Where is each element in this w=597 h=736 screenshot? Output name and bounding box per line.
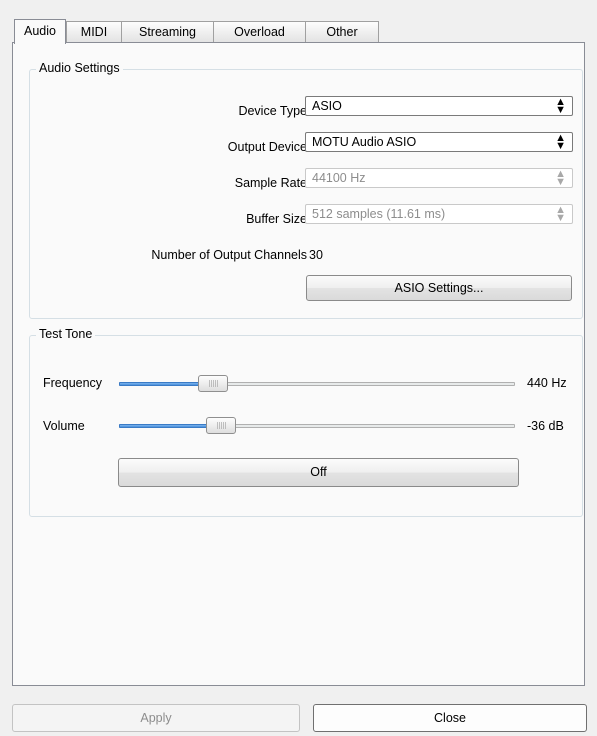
audio-settings-title: Audio Settings	[36, 61, 123, 75]
tab-audio-label: Audio	[24, 24, 56, 38]
volume-slider-thumb[interactable]	[206, 417, 236, 434]
volume-slider-fill	[119, 424, 214, 428]
tab-panel-audio: Audio Settings Device Type ASIO ▲ ▼ Outpu…	[12, 42, 585, 686]
device-type-select[interactable]: ASIO ▲ ▼	[305, 96, 573, 116]
frequency-slider-thumb[interactable]	[198, 375, 228, 392]
buffer-size-select[interactable]: 512 samples (11.61 ms) ▲ ▼	[305, 204, 573, 224]
tab-overload-label: Overload	[234, 25, 285, 39]
apply-button-label: Apply	[140, 711, 172, 725]
test-tone-toggle-label: Off	[310, 465, 327, 479]
sample-rate-label: Sample Rate	[234, 176, 307, 190]
up-down-arrows-icon: ▲ ▼	[555, 96, 566, 116]
frequency-value: 440 Hz	[527, 376, 567, 390]
asio-settings-button-label: ASIO Settings...	[394, 281, 484, 295]
tab-other[interactable]: Other	[305, 21, 379, 42]
frequency-label: Frequency	[43, 376, 103, 390]
tab-streaming-label: Streaming	[139, 25, 196, 39]
up-down-arrows-icon: ▲ ▼	[555, 168, 566, 188]
test-tone-group: Test Tone Frequency 440 Hz Volume -36 dB…	[29, 327, 583, 517]
output-device-label: Output Device	[227, 140, 307, 154]
tab-audio[interactable]: Audio	[14, 19, 66, 44]
sample-rate-select[interactable]: 44100 Hz ▲ ▼	[305, 168, 573, 188]
output-device-value: MOTU Audio ASIO	[312, 135, 417, 149]
close-button-label: Close	[434, 711, 466, 725]
volume-value: -36 dB	[527, 419, 564, 433]
tab-streaming[interactable]: Streaming	[121, 21, 214, 42]
output-channels-label: Number of Output Channels	[151, 248, 307, 262]
apply-button[interactable]: Apply	[12, 704, 300, 732]
audio-settings-group: Audio Settings Device Type ASIO ▲ ▼ Outpu…	[29, 61, 583, 319]
asio-settings-button[interactable]: ASIO Settings...	[306, 275, 572, 301]
tab-midi-label: MIDI	[80, 25, 108, 39]
test-tone-toggle-button[interactable]: Off	[118, 458, 519, 487]
tab-overload[interactable]: Overload	[213, 21, 306, 42]
tab-midi[interactable]: MIDI	[66, 21, 122, 42]
up-down-arrows-icon: ▲ ▼	[555, 132, 566, 152]
up-down-arrows-icon: ▲ ▼	[555, 204, 566, 224]
output-device-select[interactable]: MOTU Audio ASIO ▲ ▼	[305, 132, 573, 152]
device-type-label: Device Type	[238, 104, 307, 118]
device-type-value: ASIO	[312, 99, 342, 113]
volume-label: Volume	[43, 419, 85, 433]
grip-icon	[209, 380, 218, 387]
tab-other-label: Other	[326, 25, 358, 39]
output-channels-value: 30	[309, 248, 323, 262]
buffer-size-value: 512 samples (11.61 ms)	[312, 207, 446, 221]
buffer-size-label: Buffer Size	[246, 212, 307, 226]
sample-rate-value: 44100 Hz	[312, 171, 366, 185]
close-button[interactable]: Close	[313, 704, 587, 732]
test-tone-title: Test Tone	[36, 327, 96, 341]
grip-icon	[217, 422, 226, 429]
frequency-slider-fill	[119, 382, 207, 386]
